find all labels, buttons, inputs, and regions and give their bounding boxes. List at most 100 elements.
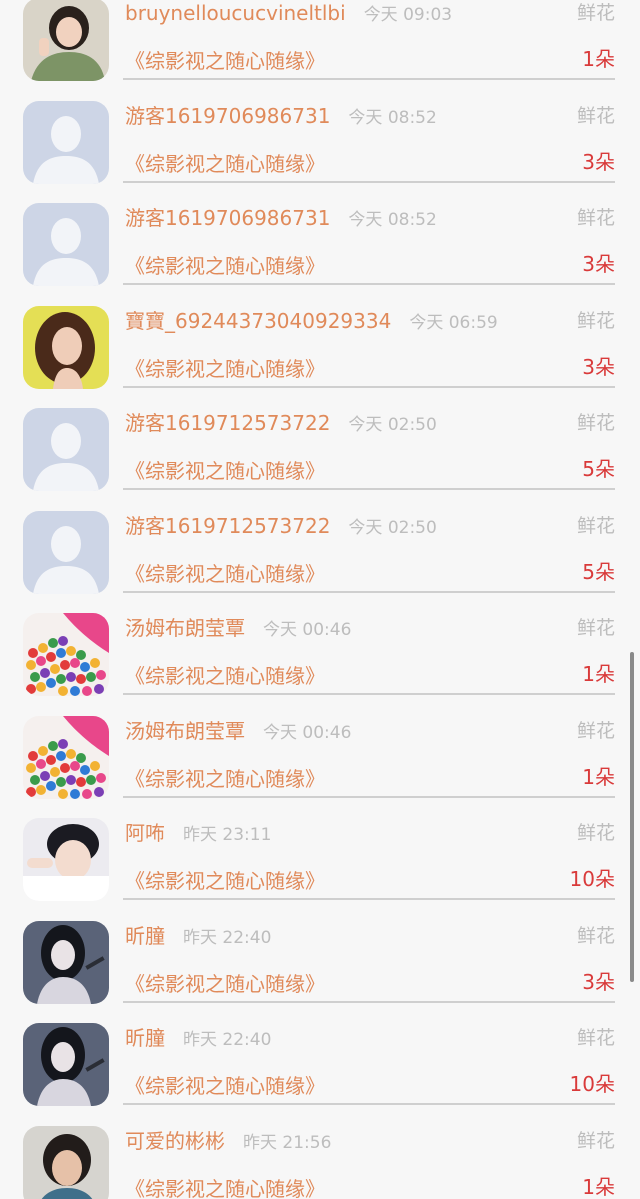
divider [123, 1103, 615, 1105]
gift-type: 鲜花 [576, 924, 615, 947]
user-name-text: 昕朣 [125, 1026, 165, 1050]
gift-count: 3朵 [582, 252, 615, 276]
program-title: 《综影视之随心随缘》 [125, 254, 325, 278]
avatar-default-person[interactable] [23, 100, 109, 184]
program-title: 《综影视之随心随缘》 [125, 49, 325, 73]
user-name-text: 汤姆布朗莹覃 [125, 616, 245, 640]
list-item[interactable]: 可爱的彬彬 昨天 21:56 鲜花 《综影视之随心随缘》 1朵 [0, 1125, 640, 1199]
gift-type: 鲜花 [576, 617, 615, 639]
gift-type: 鲜花 [576, 412, 615, 434]
list-item[interactable]: 昕朣 昨天 22:40 鲜花 《综影视之随心随缘》 10朵 [0, 1023, 640, 1125]
avatar-photo-colorful-candy[interactable] [23, 715, 109, 799]
gift-count: 10朵 [569, 1072, 615, 1096]
program-title: 《综影视之随心随缘》 [125, 1176, 325, 1199]
user-name-text: 阿咘 [125, 821, 165, 845]
user-name: 游客1619712573722 今天 02:50 [125, 511, 437, 541]
user-name-text: 昕朣 [125, 923, 165, 948]
gift-count: 3朵 [582, 354, 615, 379]
divider [123, 693, 615, 695]
program-title: 《综影视之随心随缘》 [125, 766, 325, 791]
avatar-illustration-dark-hair-girl[interactable] [23, 1023, 109, 1106]
divider [123, 590, 615, 593]
user-name-text: 游客1619712573722 [125, 513, 331, 538]
gift-type: 鲜花 [576, 207, 615, 229]
timestamp: 今天 00:46 [263, 722, 352, 743]
timestamp: 昨天 22:40 [183, 927, 272, 948]
gift-count: 5朵 [582, 559, 615, 584]
user-name: 寶寶_69244373040929334 今天 06:59 [125, 306, 498, 336]
timestamp: 今天 08:52 [348, 107, 437, 128]
divider [123, 488, 615, 490]
gift-type: 鲜花 [576, 1027, 615, 1049]
program-title: 《综影视之随心随缘》 [125, 561, 325, 586]
user-name: 汤姆布朗莹覃 今天 00:46 [125, 613, 351, 643]
scrollbar[interactable] [630, 652, 634, 982]
user-name-text: 汤姆布朗莹覃 [125, 718, 245, 743]
avatar-photo-colorful-candy[interactable] [23, 613, 109, 696]
divider [123, 78, 615, 80]
gift-count: 1朵 [582, 1174, 615, 1199]
gift-type: 鲜花 [576, 2, 615, 24]
user-name: 游客1619706986731 今天 08:52 [125, 203, 437, 233]
user-name-text: 可爱的彬彬 [125, 1128, 225, 1153]
gift-type: 鲜花 [576, 514, 615, 537]
user-name: 昕朣 昨天 22:40 [125, 1023, 271, 1053]
gift-type: 鲜花 [576, 104, 615, 127]
avatar-default-person[interactable] [23, 408, 109, 491]
divider [123, 1000, 615, 1003]
timestamp: 昨天 23:11 [183, 825, 272, 845]
user-name: 可爱的彬彬 昨天 21:56 [125, 1126, 331, 1156]
gift-count: 1朵 [582, 764, 615, 789]
user-name-text: 寶寶_69244373040929334 [125, 308, 392, 333]
timestamp: 今天 00:46 [263, 620, 352, 640]
avatar-photo-girl-green-sweater[interactable] [23, 0, 109, 81]
gift-count: 5朵 [582, 457, 615, 481]
list-item[interactable]: 游客1619712573722 今天 02:50 鲜花 《综影视之随心随缘》 5朵 [0, 510, 640, 613]
gift-type: 鲜花 [576, 822, 615, 844]
user-name: 游客1619706986731 今天 08:52 [125, 101, 437, 131]
gift-count: 3朵 [582, 149, 615, 174]
avatar-illustration-dark-hair-girl[interactable] [23, 920, 109, 1004]
timestamp: 今天 08:52 [348, 210, 437, 230]
gift-record-list[interactable]: bruynelloucucvineltlbi 今天 09:03 鲜花 《综影视之随… [0, 0, 640, 1199]
list-item[interactable]: 寶寶_69244373040929334 今天 06:59 鲜花 《综影视之随心随… [0, 305, 640, 408]
timestamp: 昨天 21:56 [243, 1132, 332, 1153]
gift-count: 10朵 [569, 867, 615, 891]
avatar-photo-girl-short-hair[interactable] [23, 1125, 109, 1199]
user-name-text: 游客1619706986731 [125, 206, 331, 230]
list-item[interactable]: 游客1619712573722 今天 02:50 鲜花 《综影视之随心随缘》 5朵 [0, 408, 640, 510]
user-name: 阿咘 昨天 23:11 [125, 818, 271, 848]
program-title: 《综影视之随心随缘》 [125, 459, 325, 483]
list-item[interactable]: 游客1619706986731 今天 08:52 鲜花 《综影视之随心随缘》 3朵 [0, 203, 640, 305]
divider [123, 898, 615, 900]
avatar-default-person[interactable] [23, 203, 109, 286]
user-name: 昕朣 昨天 22:40 [125, 921, 271, 951]
list-item[interactable]: 阿咘 昨天 23:11 鲜花 《综影视之随心随缘》 10朵 [0, 818, 640, 920]
list-item[interactable]: 昕朣 昨天 22:40 鲜花 《综影视之随心随缘》 3朵 [0, 920, 640, 1023]
gift-type: 鲜花 [576, 309, 615, 332]
gift-type: 鲜花 [576, 1129, 615, 1152]
divider [123, 795, 615, 798]
list-item[interactable]: 游客1619706986731 今天 08:52 鲜花 《综影视之随心随缘》 3朵 [0, 100, 640, 203]
program-title: 《综影视之随心随缘》 [125, 151, 325, 176]
user-name: bruynelloucucvineltlbi 今天 09:03 [125, 0, 452, 28]
avatar-photo-woman-curly-hair[interactable] [23, 305, 109, 389]
user-name-text: bruynelloucucvineltlbi [125, 1, 346, 25]
user-name-text: 游客1619712573722 [125, 411, 331, 435]
list-item[interactable]: 汤姆布朗莹覃 今天 00:46 鲜花 《综影视之随心随缘》 1朵 [0, 613, 640, 715]
avatar-default-person[interactable] [23, 510, 109, 594]
avatar-photo-young-man-sleeping[interactable] [23, 818, 109, 901]
divider [123, 180, 615, 183]
gift-count: 3朵 [582, 969, 615, 994]
list-item[interactable]: bruynelloucucvineltlbi 今天 09:03 鲜花 《综影视之随… [0, 0, 640, 100]
program-title: 《综影视之随心随缘》 [125, 1074, 325, 1098]
divider [123, 385, 615, 388]
list-item[interactable]: 汤姆布朗莹覃 今天 00:46 鲜花 《综影视之随心随缘》 1朵 [0, 715, 640, 818]
gift-count: 1朵 [582, 47, 615, 71]
gift-count: 1朵 [582, 662, 615, 686]
timestamp: 今天 09:03 [363, 5, 453, 25]
gift-type: 鲜花 [576, 719, 615, 742]
divider [123, 283, 615, 285]
user-name: 游客1619712573722 今天 02:50 [125, 408, 437, 438]
user-name: 汤姆布朗莹覃 今天 00:46 [125, 716, 351, 746]
